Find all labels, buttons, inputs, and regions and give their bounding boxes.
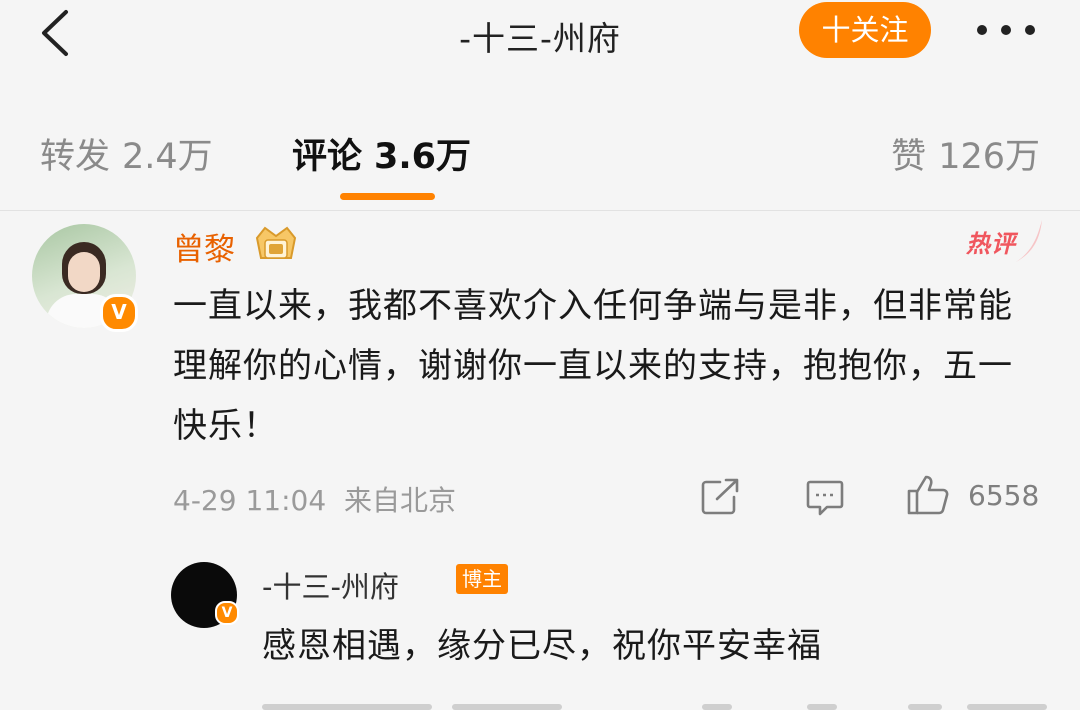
comment-location: 来自北京	[343, 484, 456, 517]
verified-badge-icon: V	[100, 294, 138, 332]
tab-comment-label: 评论	[292, 137, 363, 177]
comment-meta: 4-29 11:04 来自北京	[173, 479, 456, 519]
comment-like-count: 6558	[968, 479, 1040, 512]
comment-text: 一直以来，我都不喜欢介入任何争端与是非，但非常能理解你的心情，谢谢你一直以来的支…	[173, 286, 1013, 446]
comment-time: 4-29 11:04	[173, 484, 327, 517]
reply-meta-cutoff	[262, 704, 1047, 710]
active-tab-indicator	[340, 193, 435, 200]
like-thumb-icon[interactable]	[906, 474, 950, 516]
tab-like-count: 126万	[938, 137, 1040, 177]
top-bar: -十三-州府 十关注	[0, 0, 1080, 90]
author-badge: 博主	[456, 564, 508, 594]
tab-comment-count: 3.6万	[374, 137, 472, 177]
share-icon[interactable]	[700, 478, 740, 516]
tab-comment[interactable]: 评论 3.6万	[292, 128, 471, 179]
hot-comment-badge: 热评	[966, 230, 1016, 258]
reply-username[interactable]: -十三-州府	[262, 564, 399, 606]
reply-verified-badge-icon: V	[215, 601, 239, 625]
tab-forward-label: 转发	[40, 137, 111, 177]
reply-text: 感恩相遇，缘分已尽，祝你平安幸福	[262, 626, 822, 666]
follow-button[interactable]: 十关注	[799, 2, 931, 58]
comment-username[interactable]: 曾黎	[173, 224, 235, 269]
tab-like[interactable]: 赞 126万	[891, 128, 1040, 179]
tab-bar: 转发 2.4万 评论 3.6万 赞 126万	[0, 100, 1080, 211]
tab-forward[interactable]: 转发 2.4万	[40, 128, 213, 179]
hot-flame-icon	[1016, 220, 1042, 262]
tab-like-label: 赞	[891, 137, 927, 177]
reply-icon[interactable]	[805, 478, 845, 516]
tab-forward-count: 2.4万	[122, 137, 213, 177]
more-options-icon[interactable]	[974, 10, 1038, 50]
crown-badge-icon	[255, 226, 297, 259]
